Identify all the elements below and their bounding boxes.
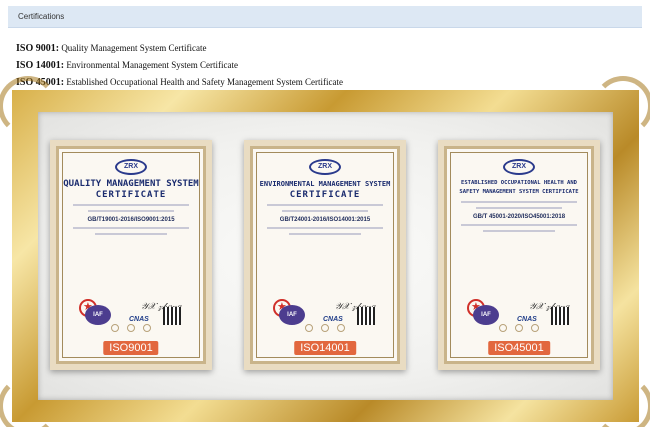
cert-line-iso45001: ISO 45001: Established Occupational Heal… bbox=[16, 74, 343, 91]
certificate-subtitle: CERTIFICATE bbox=[289, 190, 361, 200]
certificate-card-iso45001[interactable]: ZRX ESTABLISHED OCCUPATIONAL HEALTH AND … bbox=[438, 140, 600, 370]
text-line bbox=[461, 201, 577, 203]
certificate-tag: ISO9001 bbox=[103, 341, 159, 355]
cert-line-iso9001: ISO 9001: Quality Management System Cert… bbox=[16, 40, 343, 57]
certificate-card-iso14001[interactable]: ZRX ENVIRONMENTAL MANAGEMENT SYSTEM CERT… bbox=[244, 140, 406, 370]
cert-description: Environmental Management System Certific… bbox=[66, 60, 239, 70]
ornament-icon bbox=[0, 76, 58, 136]
certificate-title: ENVIRONMENTAL MANAGEMENT SYSTEM bbox=[259, 180, 391, 188]
section-title: Certifications bbox=[18, 12, 65, 21]
ornament-icon bbox=[593, 76, 650, 136]
certificate-body: ZRX ESTABLISHED OCCUPATIONAL HEALTH AND … bbox=[444, 146, 594, 364]
seal-row bbox=[253, 319, 397, 337]
certificate-standard: GB/T 45001-2020/ISO45001:2018 bbox=[472, 214, 566, 220]
certificate-title: ESTABLISHED OCCUPATIONAL HEALTH AND SAFE… bbox=[459, 180, 579, 195]
text-line bbox=[281, 210, 369, 212]
text-line bbox=[267, 204, 383, 206]
certificate-tag: ISO45001 bbox=[488, 341, 550, 355]
seal-row bbox=[447, 319, 591, 337]
certificate-standard: GB/T24001-2016/ISO14001:2015 bbox=[279, 217, 371, 223]
certificate-subtitle: CERTIFICATE bbox=[95, 190, 167, 200]
certificate-body: ZRX QUALITY MANAGEMENT SYSTEM CERTIFICAT… bbox=[56, 146, 206, 364]
certificates-image: ZRX QUALITY MANAGEMENT SYSTEM CERTIFICAT… bbox=[0, 76, 650, 427]
cert-line-iso14001: ISO 14001: Environmental Management Syst… bbox=[16, 57, 343, 74]
text-line bbox=[267, 227, 383, 229]
certification-list: ISO 9001: Quality Management System Cert… bbox=[16, 40, 343, 91]
certificate-tag: ISO14001 bbox=[294, 341, 356, 355]
text-line bbox=[475, 207, 563, 209]
seal-row bbox=[59, 319, 203, 337]
text-line bbox=[87, 210, 175, 212]
text-line bbox=[95, 233, 167, 235]
cert-description: Established Occupational Health and Safe… bbox=[66, 77, 343, 87]
certificate-standard: GB/T19001-2016/ISO9001:2015 bbox=[87, 217, 175, 223]
certificate-body: ZRX ENVIRONMENTAL MANAGEMENT SYSTEM CERT… bbox=[250, 146, 400, 364]
ornament-icon bbox=[593, 376, 650, 427]
zrx-logo: ZRX bbox=[115, 159, 147, 175]
text-line bbox=[73, 227, 189, 229]
text-line bbox=[461, 224, 577, 226]
certificate-title: QUALITY MANAGEMENT SYSTEM bbox=[63, 179, 199, 189]
cert-description: Quality Management System Certificate bbox=[61, 43, 207, 53]
certificate-card-iso9001[interactable]: ZRX QUALITY MANAGEMENT SYSTEM CERTIFICAT… bbox=[50, 140, 212, 370]
cert-code: ISO 9001: bbox=[16, 43, 60, 54]
text-line bbox=[483, 230, 555, 232]
text-line bbox=[73, 204, 189, 206]
zrx-logo: ZRX bbox=[503, 159, 535, 175]
text-line bbox=[289, 233, 361, 235]
section-header: Certifications bbox=[8, 6, 642, 28]
cert-code: ISO 14001: bbox=[16, 60, 65, 71]
zrx-logo: ZRX bbox=[309, 159, 341, 175]
